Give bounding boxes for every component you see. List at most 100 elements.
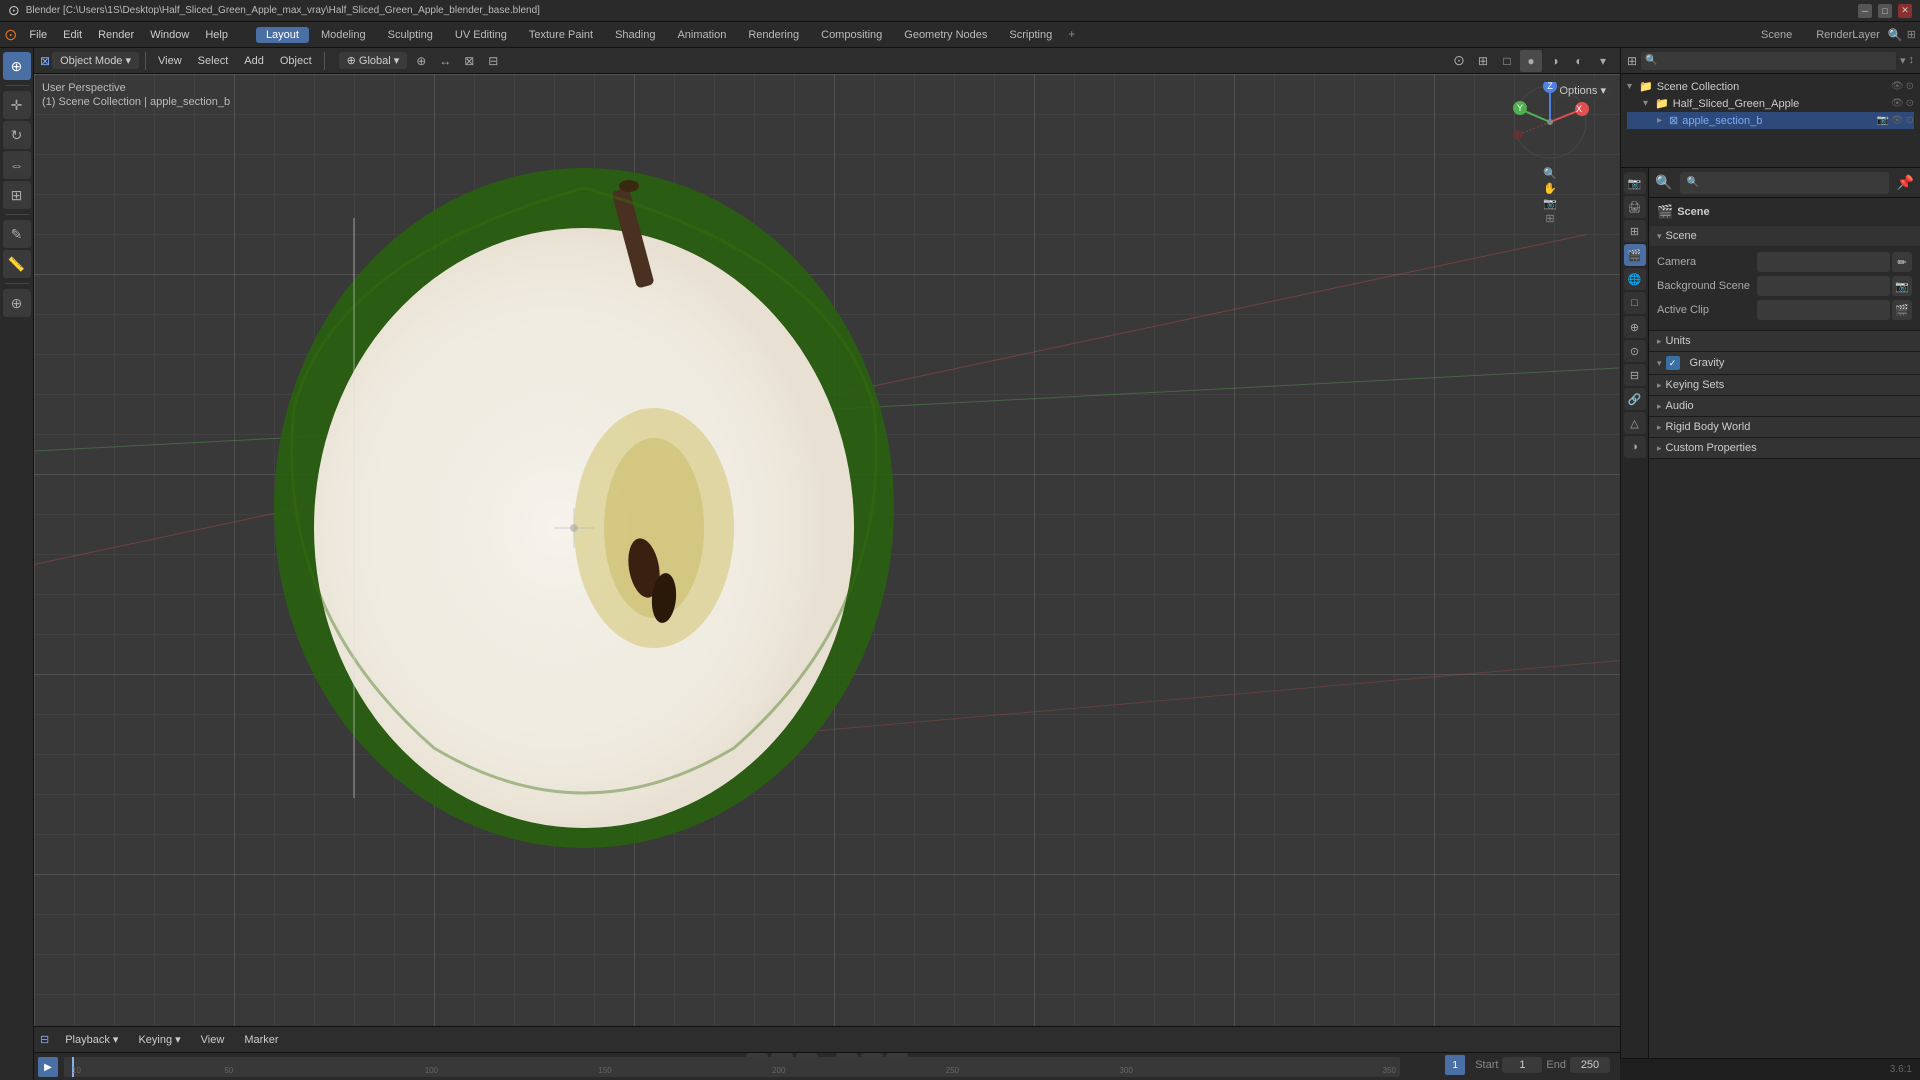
material-preview-mode[interactable]: ◑ (1544, 50, 1566, 72)
maximize-button[interactable]: □ (1878, 4, 1892, 18)
filter-icon[interactable]: ▾ (1900, 54, 1906, 67)
tab-shading[interactable]: Shading (605, 27, 665, 43)
tab-animation[interactable]: Animation (667, 27, 736, 43)
menu-edit[interactable]: Edit (55, 27, 90, 43)
audio-section-header[interactable]: ▸ Audio (1649, 396, 1920, 416)
scale-tool[interactable]: ⇔ (3, 151, 31, 179)
view-menu-timeline[interactable]: View (193, 1032, 233, 1048)
output-tab[interactable]: 🖨 (1624, 196, 1646, 218)
constraints-tab[interactable]: 🔗 (1624, 388, 1646, 410)
tab-layout[interactable]: Layout (256, 27, 309, 43)
minimize-button[interactable]: ─ (1858, 4, 1872, 18)
filter-icon[interactable]: ⊞ (1907, 28, 1916, 41)
restrict-icon[interactable]: ⊙ (1906, 98, 1914, 109)
tab-compositing[interactable]: Compositing (811, 27, 892, 43)
measure-tool[interactable]: 📏 (3, 250, 31, 278)
view-menu[interactable]: View (152, 53, 188, 69)
prop-back-icon[interactable]: 🔍 (1655, 174, 1672, 191)
gizmo-zoom-icon[interactable]: 🔍 (1543, 167, 1557, 180)
particles-tab[interactable]: ⊙ (1624, 340, 1646, 362)
apple-collection-item[interactable]: ▾ 📁 Half_Sliced_Green_Apple 👁 ⊙ (1627, 95, 1914, 112)
visibility-icon[interactable]: 👁 (1891, 81, 1904, 92)
keying-sets-header[interactable]: ▸ Keying Sets (1649, 375, 1920, 395)
transform-icon-2[interactable]: ↔ (434, 50, 456, 72)
gizmo-pan-icon[interactable]: ✋ (1543, 182, 1557, 195)
background-scene-field[interactable] (1757, 276, 1890, 296)
menu-help[interactable]: Help (197, 27, 236, 43)
custom-properties-header[interactable]: ▸ Custom Properties (1649, 438, 1920, 458)
visibility-icon-2[interactable]: 👁 (1891, 98, 1904, 109)
filter2-icon[interactable]: ⊙ (1906, 81, 1914, 92)
active-clip-icon[interactable]: 🎬 (1892, 300, 1912, 320)
transform-icon-3[interactable]: ⊠ (458, 50, 480, 72)
render-tab[interactable]: 📷 (1624, 172, 1646, 194)
outliner-search[interactable]: 🔍 (1641, 52, 1896, 70)
gravity-section-header[interactable]: ▾ ✓ Gravity (1649, 352, 1920, 374)
world-tab[interactable]: 🌐 (1624, 268, 1646, 290)
prop-pin-icon[interactable]: 📌 (1897, 174, 1914, 191)
sort-icon[interactable]: ↕ (1909, 54, 1915, 67)
tab-geometry-nodes[interactable]: Geometry Nodes (894, 27, 997, 43)
tab-scripting[interactable]: Scripting (999, 27, 1062, 43)
object-tab[interactable]: □ (1624, 292, 1646, 314)
overlay-icon[interactable]: ⊙ (1448, 50, 1470, 72)
restrict-render-icon[interactable]: 📷 (1876, 115, 1888, 126)
start-frame-field[interactable]: 1 (1502, 1057, 1542, 1073)
menu-render[interactable]: Render (90, 27, 142, 43)
tab-texture-paint[interactable]: Texture Paint (519, 27, 603, 43)
transform-tool[interactable]: ⊞ (3, 181, 31, 209)
gizmo-icon[interactable]: ⊞ (1472, 50, 1494, 72)
global-transform-dropdown[interactable]: ⊕ Global ▾ (339, 52, 408, 69)
render-preview-mode[interactable]: ◐ (1568, 50, 1590, 72)
nav-gizmo[interactable]: X Y Z 🔍 ✋ 📷 (1510, 82, 1590, 162)
properties-search[interactable]: 🔍 (1680, 172, 1888, 194)
cursor-tool[interactable]: ⊕ (3, 52, 31, 80)
apple-section-expand[interactable]: ▸ (1657, 115, 1669, 126)
viewport[interactable]: ⊠ Object Mode ▾ View Select Add Object ⊕… (34, 48, 1620, 1080)
physics-tab[interactable]: ⊟ (1624, 364, 1646, 386)
active-clip-field[interactable] (1757, 300, 1890, 320)
material-tab[interactable]: ◑ (1624, 436, 1646, 458)
solid-mode[interactable]: ● (1520, 50, 1542, 72)
rotate-tool[interactable]: ↻ (3, 121, 31, 149)
search-scene-icon[interactable]: 🔍 (1888, 28, 1903, 42)
menu-window[interactable]: Window (142, 27, 197, 43)
transform-icon-1[interactable]: ⊕ (410, 50, 432, 72)
background-scene-icon[interactable]: 📷 (1892, 276, 1912, 296)
gravity-checkbox[interactable]: ✓ (1666, 356, 1680, 370)
end-frame-field[interactable]: 250 (1570, 1057, 1610, 1073)
restrict-select-icon[interactable]: ⊙ (1906, 115, 1914, 126)
units-section-header[interactable]: ▸ Units (1649, 331, 1920, 351)
keying-menu[interactable]: Keying ▾ (130, 1031, 188, 1048)
view-layer-tab[interactable]: ⊞ (1624, 220, 1646, 242)
scene-section-header[interactable]: ▾ Scene (1649, 226, 1920, 246)
scene-collection-item[interactable]: ▾ 📁 Scene Collection 👁 ⊙ (1627, 78, 1914, 95)
tab-modeling[interactable]: Modeling (311, 27, 376, 43)
add-workspace-button[interactable]: + (1068, 27, 1075, 43)
gizmo-camera-icon[interactable]: 📷 (1543, 197, 1557, 210)
camera-edit-button[interactable]: ✏ (1892, 252, 1912, 272)
transform-icon-4[interactable]: ⊟ (482, 50, 504, 72)
tab-sculpting[interactable]: Sculpting (378, 27, 443, 43)
playback-menu[interactable]: Playback ▾ (57, 1031, 126, 1048)
rigid-body-world-header[interactable]: ▸ Rigid Body World (1649, 417, 1920, 437)
select-menu[interactable]: Select (192, 53, 235, 69)
add-menu[interactable]: Add (238, 53, 270, 69)
current-frame-indicator[interactable]: ▶ (38, 1057, 58, 1077)
modifier-tab[interactable]: ⊕ (1624, 316, 1646, 338)
scene-collection-expand[interactable]: ▾ (1627, 81, 1639, 92)
object-mode-dropdown[interactable]: Object Mode ▾ (52, 52, 139, 69)
tab-rendering[interactable]: Rendering (738, 27, 809, 43)
add-object-tool[interactable]: ⊕ (3, 289, 31, 317)
camera-value-field[interactable] (1757, 252, 1890, 272)
apple-collection-expand[interactable]: ▾ (1643, 98, 1655, 109)
object-menu[interactable]: Object (274, 53, 318, 69)
frame-number-display[interactable]: 1 (1445, 1055, 1465, 1075)
scene-tab[interactable]: 🎬 (1624, 244, 1646, 266)
menu-file[interactable]: File (21, 27, 55, 43)
close-button[interactable]: ✕ (1898, 4, 1912, 18)
wireframe-mode[interactable]: □ (1496, 50, 1518, 72)
gizmo-grid-icon[interactable]: ⊞ (1545, 212, 1554, 225)
shading-dropdown[interactable]: ▾ (1592, 50, 1614, 72)
apple-section-item[interactable]: ▸ ⊠ apple_section_b 📷 👁 ⊙ (1627, 112, 1914, 129)
